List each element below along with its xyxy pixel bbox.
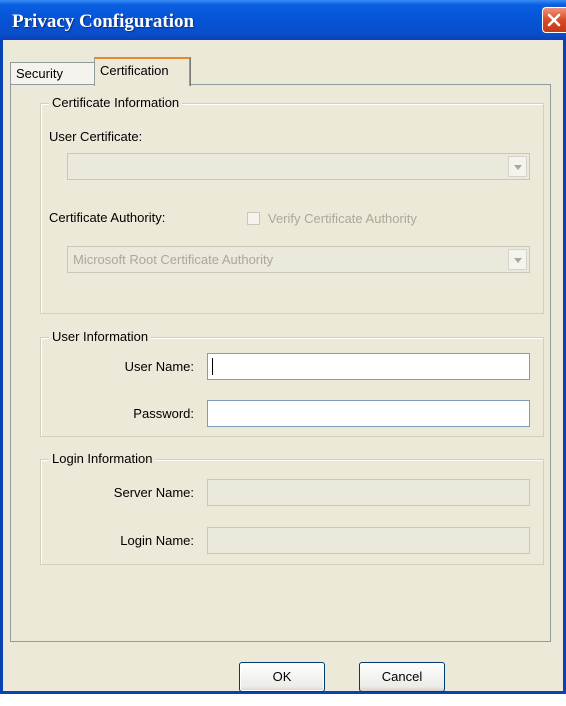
certificate-authority-value: Microsoft Root Certificate Authority [73, 252, 274, 267]
certificate-authority-dropdown[interactable]: Microsoft Root Certificate Authority [67, 246, 530, 273]
chevron-down-icon [514, 258, 522, 263]
login-name-input[interactable] [208, 528, 529, 553]
text-caret [212, 358, 213, 375]
title-bar[interactable]: Privacy Configuration [0, 0, 566, 40]
certificate-information-title: Certificate Information [49, 95, 183, 111]
verify-ca-label: Verify Certificate Authority [268, 211, 417, 226]
cancel-button[interactable]: Cancel [359, 662, 445, 692]
user-information-title: User Information [49, 329, 152, 345]
user-certificate-label: User Certificate: [49, 129, 143, 144]
ok-button[interactable]: OK [239, 662, 325, 692]
login-name-field[interactable] [207, 527, 530, 554]
tab-certification[interactable]: Certification [94, 57, 190, 86]
login-information-title: Login Information [49, 451, 156, 467]
chevron-down-icon [514, 165, 522, 170]
tab-certification-label: Certification [100, 63, 169, 78]
server-name-field[interactable] [207, 479, 530, 506]
user-certificate-dropdown-button[interactable] [508, 156, 527, 177]
user-name-input[interactable] [208, 354, 529, 379]
window-title: Privacy Configuration [12, 11, 195, 32]
password-field[interactable] [207, 400, 530, 427]
certificate-authority-dropdown-button[interactable] [508, 249, 527, 270]
tab-security[interactable]: Security [10, 62, 95, 84]
certificate-authority-label: Certificate Authority: [49, 210, 166, 225]
password-input[interactable] [208, 401, 529, 426]
tab-security-label: Security [16, 66, 63, 81]
user-name-field[interactable] [207, 353, 530, 380]
server-name-label: Server Name: [113, 485, 194, 500]
close-icon [547, 13, 561, 27]
user-certificate-dropdown[interactable] [67, 153, 530, 180]
verify-ca-checkbox[interactable] [247, 212, 260, 225]
password-label: Password: [133, 406, 194, 421]
server-name-input[interactable] [208, 480, 529, 505]
close-button[interactable] [542, 7, 566, 33]
login-name-label: Login Name: [120, 533, 194, 548]
user-name-label: User Name: [124, 359, 194, 374]
